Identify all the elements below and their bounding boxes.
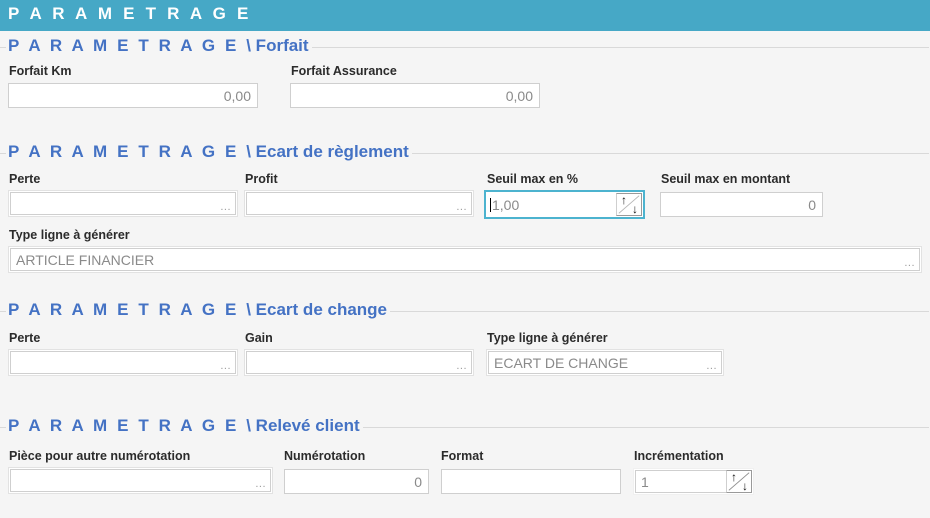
- spinner-up-icon[interactable]: ↑: [731, 471, 737, 483]
- ellipsis-icon: ...: [255, 479, 266, 490]
- input-incrementation-value: 1: [636, 474, 726, 490]
- spinner-up-icon[interactable]: ↑: [621, 194, 627, 206]
- label-forfait-km: Forfait Km: [9, 64, 72, 78]
- input-ecart-change-perte[interactable]: ...: [8, 349, 238, 376]
- label-numerotation: Numérotation: [284, 449, 365, 463]
- label-piece-autre-numerotation: Pièce pour autre numérotation: [9, 449, 190, 463]
- section-header-releve-client: P A R A M E T R A G E \ Relevé client: [0, 415, 930, 437]
- ellipsis-icon: ...: [220, 202, 231, 213]
- label-ecart-reglement-perte: Perte: [9, 172, 40, 186]
- input-ecart-change-type-ligne-value: ECART DE CHANGE: [489, 355, 696, 371]
- section-name-forfait: \ Forfait: [246, 36, 308, 55]
- form-canvas: P A R A M E T R A G E \ Forfait Forfait …: [0, 31, 930, 518]
- ellipsis-button-piece-autre-numerotation[interactable]: ...: [245, 469, 271, 492]
- input-seuil-max-montant-value: 0: [661, 197, 822, 213]
- input-format[interactable]: [441, 469, 621, 494]
- input-numerotation[interactable]: 0: [284, 469, 429, 494]
- spinner-down-icon[interactable]: ↓: [742, 480, 748, 492]
- section-name-releve-client: \ Relevé client: [246, 416, 359, 435]
- spinner-seuil-max-pourcent[interactable]: ↑ ↓: [616, 193, 642, 216]
- section-name-ecart-reglement: \ Ecart de règlement: [246, 142, 409, 161]
- label-incrementation: Incrémentation: [634, 449, 724, 463]
- input-forfait-assurance-value: 0,00: [291, 88, 539, 104]
- ellipsis-icon: ...: [220, 361, 231, 372]
- ellipsis-button-ecart-reglement-type-ligne[interactable]: ...: [894, 248, 920, 271]
- input-numerotation-value: 0: [285, 474, 428, 490]
- section-header-ecart-change: P A R A M E T R A G E \ Ecart de change: [0, 299, 930, 321]
- section-header-ecart-reglement: P A R A M E T R A G E \ Ecart de règleme…: [0, 141, 930, 163]
- page-title: P A R A M E T R A G E: [8, 4, 252, 24]
- input-ecart-reglement-type-ligne[interactable]: ARTICLE FINANCIER ...: [8, 246, 922, 273]
- input-seuil-max-pourcent[interactable]: 1,00 ↑ ↓: [484, 190, 645, 219]
- input-ecart-reglement-type-ligne-value: ARTICLE FINANCIER: [11, 252, 894, 268]
- label-ecart-reglement-profit: Profit: [245, 172, 278, 186]
- ellipsis-icon: ...: [456, 202, 467, 213]
- input-ecart-reglement-perte[interactable]: ...: [8, 190, 238, 217]
- label-ecart-change-perte: Perte: [9, 331, 40, 345]
- section-prefix-releve-client: P A R A M E T R A G E: [8, 416, 246, 435]
- section-divider-ecart-change: [390, 311, 929, 312]
- ellipsis-button-ecart-change-gain[interactable]: ...: [446, 351, 472, 374]
- input-ecart-change-gain[interactable]: ...: [244, 349, 474, 376]
- label-format: Format: [441, 449, 483, 463]
- label-ecart-change-type-ligne: Type ligne à générer: [487, 331, 608, 345]
- section-name-ecart-change: \ Ecart de change: [246, 300, 387, 319]
- ellipsis-icon: ...: [904, 258, 915, 269]
- ellipsis-icon: ...: [456, 361, 467, 372]
- label-ecart-change-gain: Gain: [245, 331, 273, 345]
- label-seuil-max-montant: Seuil max en montant: [661, 172, 790, 186]
- input-seuil-max-pourcent-value: 1,00: [492, 197, 519, 213]
- spinner-down-icon[interactable]: ↓: [632, 203, 638, 215]
- section-header-forfait: P A R A M E T R A G E \ Forfait: [0, 35, 930, 57]
- input-forfait-km[interactable]: 0,00: [8, 83, 258, 108]
- ellipsis-button-ecart-reglement-profit[interactable]: ...: [446, 192, 472, 215]
- label-seuil-max-pourcent: Seuil max en %: [487, 172, 578, 186]
- ellipsis-button-ecart-reglement-perte[interactable]: ...: [210, 192, 236, 215]
- app-header-banner: P A R A M E T R A G E: [0, 0, 930, 31]
- input-seuil-max-montant[interactable]: 0: [660, 192, 823, 217]
- ellipsis-button-ecart-change-perte[interactable]: ...: [210, 351, 236, 374]
- ellipsis-button-ecart-change-type-ligne[interactable]: ...: [696, 351, 722, 374]
- input-piece-autre-numerotation[interactable]: ...: [8, 467, 273, 494]
- section-prefix-ecart-change: P A R A M E T R A G E: [8, 300, 246, 319]
- section-divider-forfait: [312, 47, 929, 48]
- text-caret: [490, 198, 491, 212]
- section-divider-releve-client: [363, 427, 929, 428]
- ellipsis-icon: ...: [706, 361, 717, 372]
- input-ecart-reglement-profit[interactable]: ...: [244, 190, 474, 217]
- input-ecart-change-type-ligne[interactable]: ECART DE CHANGE ...: [486, 349, 724, 376]
- section-divider-ecart-reglement: [412, 153, 929, 154]
- section-prefix-ecart-reglement: P A R A M E T R A G E: [8, 142, 246, 161]
- spinner-incrementation[interactable]: ↑ ↓: [726, 470, 752, 493]
- input-forfait-km-value: 0,00: [9, 88, 257, 104]
- input-incrementation[interactable]: 1 ↑ ↓: [633, 468, 754, 495]
- input-forfait-assurance[interactable]: 0,00: [290, 83, 540, 108]
- section-prefix-forfait: P A R A M E T R A G E: [8, 36, 246, 55]
- label-forfait-assurance: Forfait Assurance: [291, 64, 397, 78]
- label-ecart-reglement-type-ligne: Type ligne à générer: [9, 228, 130, 242]
